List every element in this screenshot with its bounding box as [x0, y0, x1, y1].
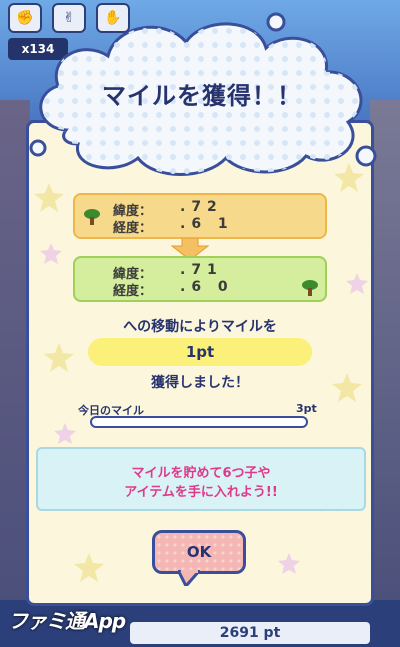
move-message: への移動によりマイルを [123, 319, 277, 335]
origin-lon-label: 経度： [113, 221, 153, 236]
earned-points: 1pt [88, 338, 312, 366]
destination-lon-label: 経度： [113, 284, 153, 299]
speech-tail-icon [178, 570, 200, 586]
today-mile-progress-bar [90, 416, 308, 428]
earned-message: 獲得しました！ [151, 375, 249, 391]
destination-coordinates: 緯度： .71 経度： .6 0 [73, 256, 327, 302]
total-points: 2691 pt [130, 622, 370, 644]
pine-tree-icon [302, 280, 318, 296]
ok-button[interactable]: OK [152, 530, 246, 574]
origin-lon-value: .6 1 [180, 216, 234, 232]
pine-tree-icon [84, 209, 100, 225]
info-text-line2: アイテムを手に入れよう!! [124, 485, 278, 500]
origin-lat-value: .72 [180, 199, 223, 215]
destination-lat-value: .71 [180, 262, 223, 278]
dialog-title: マイルを獲得！！ [102, 82, 302, 110]
origin-coordinates: 緯度： .72 経度： .6 1 [73, 193, 327, 239]
today-mile-max: 3pt [296, 402, 317, 415]
destination-lon-value: .6 0 [180, 279, 234, 295]
brand-watermark: ファミ通App [8, 609, 126, 633]
info-text-line1: マイルを貯めて6つ子や [131, 466, 271, 481]
info-box: マイルを貯めて6つ子や アイテムを手に入れよう!! [36, 447, 366, 511]
